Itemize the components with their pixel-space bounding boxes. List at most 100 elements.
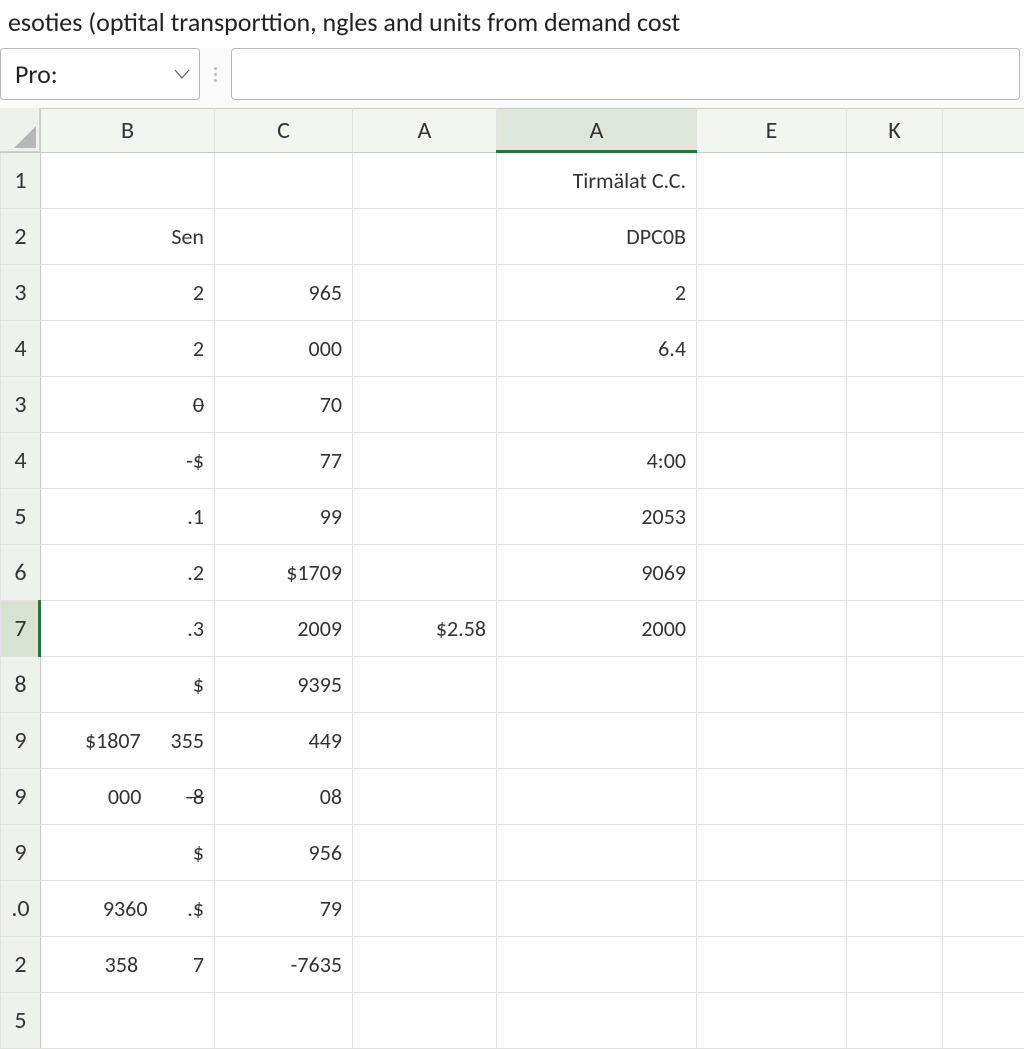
row-header[interactable]: .0 bbox=[1, 881, 41, 937]
row-header[interactable]: 9 bbox=[1, 825, 41, 881]
cell[interactable] bbox=[497, 377, 697, 433]
row-header[interactable]: 8 bbox=[1, 657, 41, 713]
cell[interactable] bbox=[697, 937, 847, 993]
cell[interactable]: 2053 bbox=[497, 489, 697, 545]
cell[interactable]: 9395 bbox=[215, 657, 353, 713]
cell[interactable]: 2000 bbox=[497, 601, 697, 657]
col-header[interactable] bbox=[943, 109, 1024, 153]
cell[interactable]: Sen bbox=[41, 209, 215, 265]
cell[interactable] bbox=[353, 321, 497, 377]
cell[interactable] bbox=[697, 489, 847, 545]
row-header[interactable]: 3 bbox=[1, 265, 41, 321]
chevron-down-icon[interactable] bbox=[173, 65, 191, 83]
cell[interactable] bbox=[353, 153, 497, 209]
cell[interactable] bbox=[943, 209, 1024, 265]
cell[interactable] bbox=[847, 433, 943, 489]
cell[interactable] bbox=[943, 545, 1024, 601]
cell[interactable] bbox=[353, 265, 497, 321]
cell[interactable] bbox=[353, 937, 497, 993]
cell[interactable] bbox=[697, 265, 847, 321]
cell[interactable]: 08 bbox=[215, 769, 353, 825]
col-header[interactable]: A bbox=[353, 109, 497, 153]
cell[interactable]: 79 bbox=[215, 881, 353, 937]
cell[interactable] bbox=[943, 825, 1024, 881]
col-header[interactable]: B bbox=[41, 109, 215, 153]
cell[interactable] bbox=[697, 825, 847, 881]
cell[interactable]: .3 bbox=[41, 601, 215, 657]
cell[interactable] bbox=[697, 769, 847, 825]
cell[interactable] bbox=[497, 713, 697, 769]
cell[interactable] bbox=[943, 377, 1024, 433]
cell[interactable]: $1709 bbox=[215, 545, 353, 601]
cell[interactable]: $1807 355 bbox=[41, 713, 215, 769]
cell[interactable] bbox=[847, 937, 943, 993]
cell[interactable] bbox=[847, 993, 943, 1049]
cell[interactable]: 2 bbox=[41, 321, 215, 377]
spreadsheet-grid[interactable]: B C A A E K 1 Tirmälat C.C. 2 bbox=[0, 108, 1024, 1049]
cell[interactable]: 956 bbox=[215, 825, 353, 881]
cell[interactable] bbox=[697, 993, 847, 1049]
cell[interactable]: Tirmälat C.C. bbox=[497, 153, 697, 209]
cell[interactable]: 965 bbox=[215, 265, 353, 321]
row-header[interactable]: 9 bbox=[1, 769, 41, 825]
cell[interactable] bbox=[847, 153, 943, 209]
row-header[interactable]: 1 bbox=[1, 153, 41, 209]
cell[interactable]: 000 -8 bbox=[41, 769, 215, 825]
cell[interactable] bbox=[497, 881, 697, 937]
cell[interactable] bbox=[847, 657, 943, 713]
cell[interactable] bbox=[697, 153, 847, 209]
cell[interactable] bbox=[847, 265, 943, 321]
cell[interactable] bbox=[697, 881, 847, 937]
row-header[interactable]: 4 bbox=[1, 321, 41, 377]
cell[interactable] bbox=[497, 769, 697, 825]
select-all-triangle[interactable] bbox=[0, 108, 40, 152]
cell[interactable]: 358 7 bbox=[41, 937, 215, 993]
cell[interactable]: -$ bbox=[41, 433, 215, 489]
cell[interactable]: 4:00 bbox=[497, 433, 697, 489]
formula-bar[interactable] bbox=[231, 48, 1020, 100]
cell[interactable] bbox=[943, 937, 1024, 993]
cell[interactable]: 000 bbox=[215, 321, 353, 377]
cell[interactable] bbox=[697, 713, 847, 769]
col-header[interactable]: E bbox=[697, 109, 847, 153]
cell[interactable] bbox=[353, 545, 497, 601]
cell[interactable]: 2 bbox=[41, 265, 215, 321]
cell[interactable] bbox=[943, 657, 1024, 713]
col-header-active[interactable]: A bbox=[497, 109, 697, 153]
cell[interactable] bbox=[943, 601, 1024, 657]
cell[interactable]: 9360 .$ bbox=[41, 881, 215, 937]
cell[interactable] bbox=[697, 209, 847, 265]
row-header[interactable]: 4 bbox=[1, 433, 41, 489]
cell[interactable] bbox=[41, 153, 215, 209]
row-header-selected[interactable]: 7 bbox=[1, 601, 41, 657]
cell[interactable]: .2 bbox=[41, 545, 215, 601]
cell[interactable] bbox=[697, 601, 847, 657]
cell[interactable] bbox=[353, 993, 497, 1049]
cell[interactable] bbox=[497, 937, 697, 993]
cell[interactable] bbox=[697, 545, 847, 601]
cell[interactable] bbox=[697, 377, 847, 433]
row-header[interactable]: 2 bbox=[1, 209, 41, 265]
row-header[interactable]: 5 bbox=[1, 489, 41, 545]
cell[interactable]: -7635 bbox=[215, 937, 353, 993]
cell[interactable]: $ bbox=[41, 825, 215, 881]
cell[interactable] bbox=[353, 657, 497, 713]
cell[interactable] bbox=[943, 433, 1024, 489]
cell[interactable] bbox=[847, 881, 943, 937]
cell[interactable] bbox=[215, 209, 353, 265]
row-header[interactable]: 5 bbox=[1, 993, 41, 1049]
cell[interactable] bbox=[353, 209, 497, 265]
cell[interactable]: 99 bbox=[215, 489, 353, 545]
cell[interactable] bbox=[497, 825, 697, 881]
name-box[interactable]: Pro: bbox=[0, 48, 200, 100]
cell[interactable]: 2 bbox=[497, 265, 697, 321]
cell[interactable] bbox=[41, 993, 215, 1049]
cell[interactable]: $2.58 bbox=[353, 601, 497, 657]
cell[interactable] bbox=[943, 489, 1024, 545]
cell[interactable] bbox=[943, 153, 1024, 209]
cell[interactable]: 449 bbox=[215, 713, 353, 769]
cell[interactable] bbox=[847, 769, 943, 825]
row-header[interactable]: 2 bbox=[1, 937, 41, 993]
cell[interactable] bbox=[847, 601, 943, 657]
cell[interactable]: $ bbox=[41, 657, 215, 713]
